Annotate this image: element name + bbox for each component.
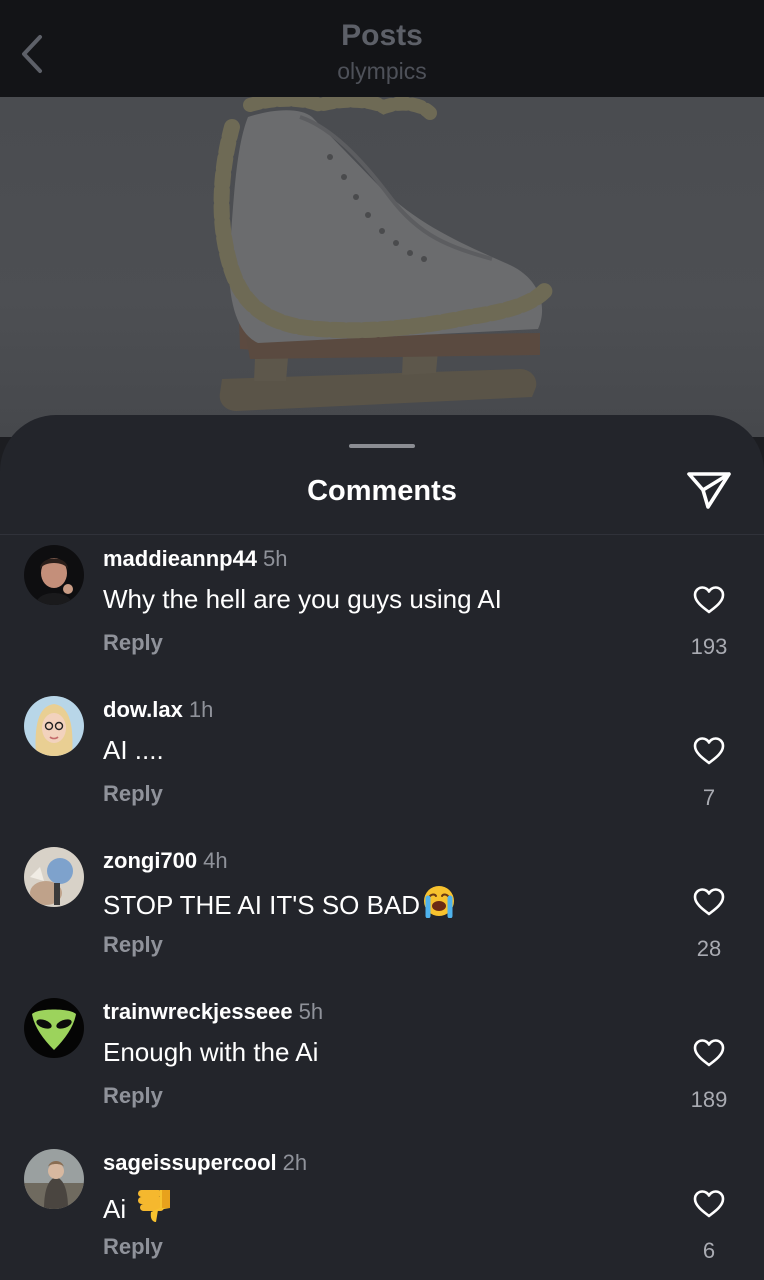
comment-text-content: AI .... [103,735,164,765]
like-button[interactable] [690,583,728,617]
comment-item: zongi700 4h STOP THE AI IT'S SO BAD Reply [0,847,764,977]
avatar[interactable] [24,696,84,756]
comment-text-content: Ai [103,1194,127,1224]
like-count: 193 [690,634,728,659]
comment-text: STOP THE AI IT'S SO BAD [103,884,456,926]
like-count: 6 [702,1238,716,1263]
comment-text-content: STOP THE AI IT'S SO BAD [103,890,421,920]
avatar-image [24,998,84,1058]
heart-icon [693,1190,725,1218]
post-image [0,97,764,437]
like-button[interactable] [690,1187,728,1221]
comment-username[interactable]: trainwreckjesseee [103,999,293,1024]
reply-button[interactable]: Reply [103,1233,163,1261]
top-bar: Posts olympics [0,0,764,97]
like-count: 189 [690,1087,728,1112]
divider [0,534,764,535]
like-button[interactable] [690,1036,728,1070]
heart-icon [693,586,725,614]
avatar[interactable] [24,998,84,1058]
like-count: 28 [696,936,722,961]
like-button[interactable] [690,885,728,919]
reply-button[interactable]: Reply [103,1082,163,1110]
comment-username[interactable]: maddieannp44 [103,546,257,571]
page-subtitle: olympics [337,58,427,84]
avatar[interactable] [24,1149,84,1209]
comment-item: maddieannp44 5h Why the hell are you guys… [0,545,764,675]
reply-button[interactable]: Reply [103,931,163,959]
comment-time: 4h [203,848,228,873]
comment-username[interactable]: sageissupercool [103,1150,277,1175]
comment-time: 1h [188,697,214,722]
comment-text-content: Enough with the Ai [103,1037,319,1067]
drag-handle[interactable] [349,444,415,448]
send-icon [687,472,731,509]
comment-username[interactable]: zongi700 [103,848,197,873]
avatar-image [24,847,84,907]
comment-header: trainwreckjesseee 5h [103,998,323,1026]
like-count: 7 [702,785,716,810]
comment-time: 5h [263,546,288,571]
comment-header: zongi700 4h [103,847,228,875]
reply-button[interactable]: Reply [103,629,163,657]
comment-item: trainwreckjesseee 5h Enough with the Ai R… [0,998,764,1128]
heart-icon [693,737,725,765]
avatar-image [24,696,84,756]
avatar-image [24,545,84,605]
comment-time: 5h [298,999,324,1024]
comment-header: dow.lax 1h [103,696,213,724]
comment-text: Enough with the Ai [103,1035,318,1069]
share-button[interactable] [684,467,734,513]
comment-item: sageissupercool 2h Ai Reply 6 [0,1149,764,1279]
comment-header: sageissupercool 2h [103,1149,307,1177]
heart-icon [693,1039,725,1067]
loudly-crying-face-emoji [422,884,456,926]
comment-header: maddieannp44 5h [103,545,288,573]
avatar[interactable] [24,545,84,605]
reply-button[interactable]: Reply [103,780,163,808]
comment-time: 2h [282,1150,308,1175]
avatar-image [24,1149,84,1209]
crying-face-icon [424,886,455,919]
heart-icon [693,888,725,916]
comments-sheet: Comments maddieannp44 5h Why the hell ar… [0,415,764,1280]
avatar[interactable] [24,847,84,907]
comment-text: AI .... [103,733,164,767]
like-button[interactable] [690,734,728,768]
page-title: Posts [341,19,423,52]
comments-title: Comments [307,475,457,507]
comment-username[interactable]: dow.lax [103,697,183,722]
comment-text: Why the hell are you guys using AI [103,582,502,616]
comment-text: Ai [103,1186,172,1232]
ice-skate-image [213,97,556,411]
comment-text-content: Why the hell are you guys using AI [103,584,502,614]
comment-item: dow.lax 1h AI .... Reply 7 [0,696,764,826]
screen: Posts olympics Comments maddieannp44 5h … [0,0,764,1280]
thumbs-down-icon [138,1190,171,1222]
thumbs-down-emoji [136,1186,172,1232]
